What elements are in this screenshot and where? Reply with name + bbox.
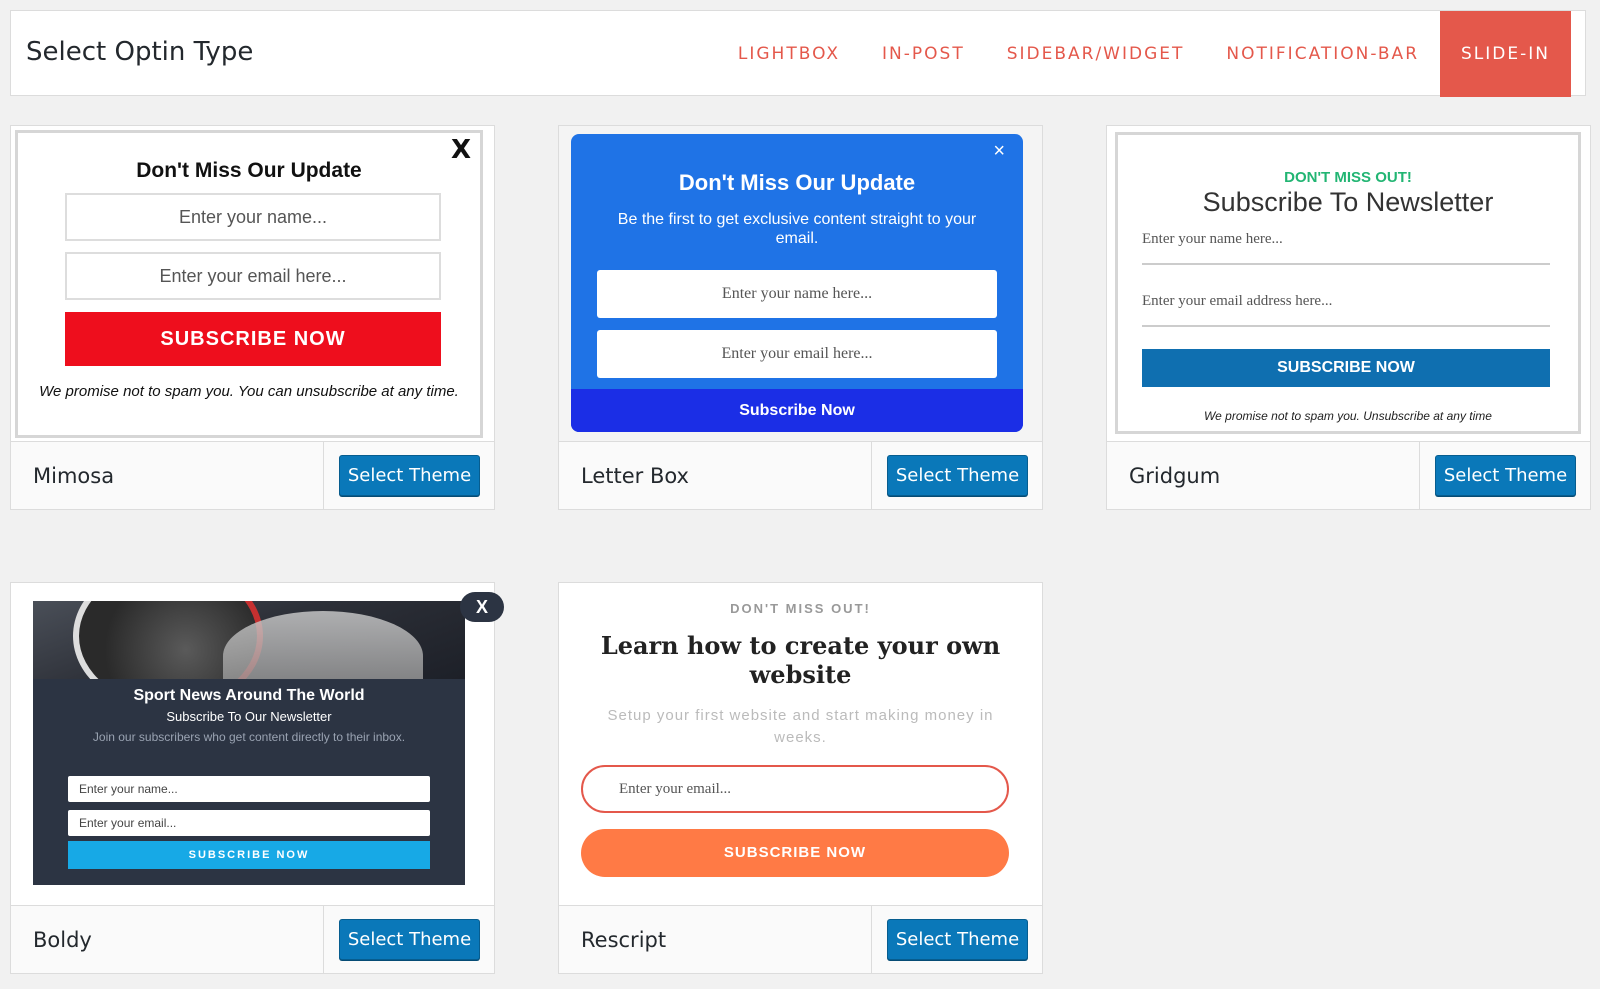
- tab-in-post[interactable]: IN-POST: [861, 11, 986, 97]
- optin-type-tabs: LIGHTBOX IN-POST SIDEBAR/WIDGET NOTIFICA…: [717, 11, 1571, 97]
- gridgum-optin-preview: DON'T MISS OUT! Subscribe To Newsletter …: [1115, 132, 1581, 434]
- theme-card-mimosa: X Don't Miss Our Update Enter your name.…: [10, 125, 495, 510]
- tab-lightbox[interactable]: LIGHTBOX: [717, 11, 861, 97]
- preview-name-field: Enter your name here...: [597, 270, 997, 318]
- preview-subscribe-button: SUBSCRIBE NOW: [68, 841, 430, 869]
- preview-subscribe-button: SUBSCRIBE NOW: [1142, 349, 1550, 387]
- tab-notification-bar[interactable]: NOTIFICATION-BAR: [1205, 11, 1440, 97]
- theme-card-boldy: Sport News Around The World Subscribe To…: [10, 582, 504, 974]
- preview-kicker: DON'T MISS OUT!: [1284, 169, 1412, 186]
- select-theme-button[interactable]: Select Theme: [887, 919, 1028, 960]
- theme-card-footer: Boldy Select Theme: [11, 905, 494, 973]
- theme-card-footer: Rescript Select Theme: [559, 905, 1042, 973]
- preview-description: Join our subscribers who get content dir…: [92, 730, 406, 744]
- select-theme-button[interactable]: Select Theme: [339, 919, 480, 960]
- preview-name-field: Enter your name...: [68, 776, 430, 802]
- optin-type-header: Select Optin Type LIGHTBOX IN-POST SIDEB…: [10, 10, 1586, 97]
- theme-name: Boldy: [33, 928, 92, 952]
- theme-preview: X Don't Miss Our Update Enter your name.…: [11, 126, 494, 442]
- theme-preview: Sport News Around The World Subscribe To…: [11, 583, 504, 905]
- preview-subscribe-button: Subscribe Now: [571, 389, 1023, 432]
- rescript-optin-preview: DON'T MISS OUT! Learn how to create your…: [559, 583, 1042, 897]
- preview-headline: Learn how to create your own website: [600, 631, 1001, 689]
- preview-subscribe-button: SUBSCRIBE NOW: [65, 312, 441, 366]
- preview-subscribe-button: SUBSCRIBE NOW: [581, 829, 1009, 877]
- theme-name: Rescript: [581, 928, 667, 952]
- theme-preview: DON'T MISS OUT! Learn how to create your…: [559, 583, 1042, 905]
- mimosa-optin-preview: X Don't Miss Our Update Enter your name.…: [15, 130, 483, 438]
- preview-subheadline: Subscribe To Our Newsletter: [166, 709, 332, 724]
- tab-slide-in[interactable]: SLIDE-IN: [1440, 11, 1571, 97]
- page-title: Select Optin Type: [26, 37, 254, 67]
- footer-divider: [871, 442, 872, 509]
- preview-subtext: Be the first to get exclusive content st…: [617, 211, 977, 247]
- preview-email-field: Enter your email...: [581, 765, 1009, 813]
- select-theme-button[interactable]: Select Theme: [887, 455, 1028, 496]
- preview-note: We promise not to spam you. You can unsu…: [39, 383, 459, 400]
- tab-sidebar-widget[interactable]: SIDEBAR/WIDGET: [986, 11, 1206, 97]
- preview-email-field: Enter your email...: [68, 810, 430, 836]
- preview-kicker: DON'T MISS OUT!: [730, 601, 871, 616]
- footer-divider: [1419, 442, 1420, 509]
- preview-headline: Sport News Around The World: [133, 687, 365, 704]
- preview-headline: Don't Miss Our Update: [678, 170, 916, 195]
- footer-divider: [871, 906, 872, 973]
- theme-card-footer: Letter Box Select Theme: [559, 441, 1042, 509]
- preview-name-field: Enter your name here...: [1142, 231, 1550, 265]
- theme-card-rescript: DON'T MISS OUT! Learn how to create your…: [558, 582, 1043, 974]
- preview-headline: Subscribe To Newsletter: [1202, 187, 1494, 217]
- preview-email-field: Enter your email here...: [597, 330, 997, 378]
- preview-description: Setup your first website and start makin…: [607, 707, 994, 746]
- select-theme-button[interactable]: Select Theme: [339, 455, 480, 496]
- preview-note: We promise not to spam you. Unsubscribe …: [1204, 409, 1492, 423]
- footer-divider: [323, 906, 324, 973]
- theme-card-footer: Gridgum Select Theme: [1107, 441, 1590, 509]
- select-theme-button[interactable]: Select Theme: [1435, 455, 1576, 496]
- theme-card-footer: Mimosa Select Theme: [11, 441, 494, 509]
- theme-name: Letter Box: [581, 464, 689, 488]
- boldy-optin-preview: Sport News Around The World Subscribe To…: [33, 601, 465, 885]
- theme-name: Gridgum: [1129, 464, 1221, 488]
- preview-headline: Don't Miss Our Update: [136, 159, 362, 182]
- preview-email-field: Enter your email address here...: [1142, 293, 1550, 327]
- theme-preview: × Don't Miss Our Update Be the first to …: [559, 126, 1042, 442]
- close-icon: X: [460, 592, 504, 622]
- preview-name-field: Enter your name...: [65, 193, 441, 241]
- close-icon: ×: [993, 140, 1005, 162]
- theme-card-letter-box: × Don't Miss Our Update Be the first to …: [558, 125, 1043, 510]
- theme-card-gridgum: DON'T MISS OUT! Subscribe To Newsletter …: [1106, 125, 1591, 510]
- sports-hero-image: [33, 601, 465, 679]
- letterbox-optin-preview: × Don't Miss Our Update Be the first to …: [571, 134, 1023, 432]
- footer-divider: [323, 442, 324, 509]
- theme-name: Mimosa: [33, 464, 115, 488]
- theme-preview: DON'T MISS OUT! Subscribe To Newsletter …: [1107, 126, 1590, 442]
- preview-email-field: Enter your email here...: [65, 252, 441, 300]
